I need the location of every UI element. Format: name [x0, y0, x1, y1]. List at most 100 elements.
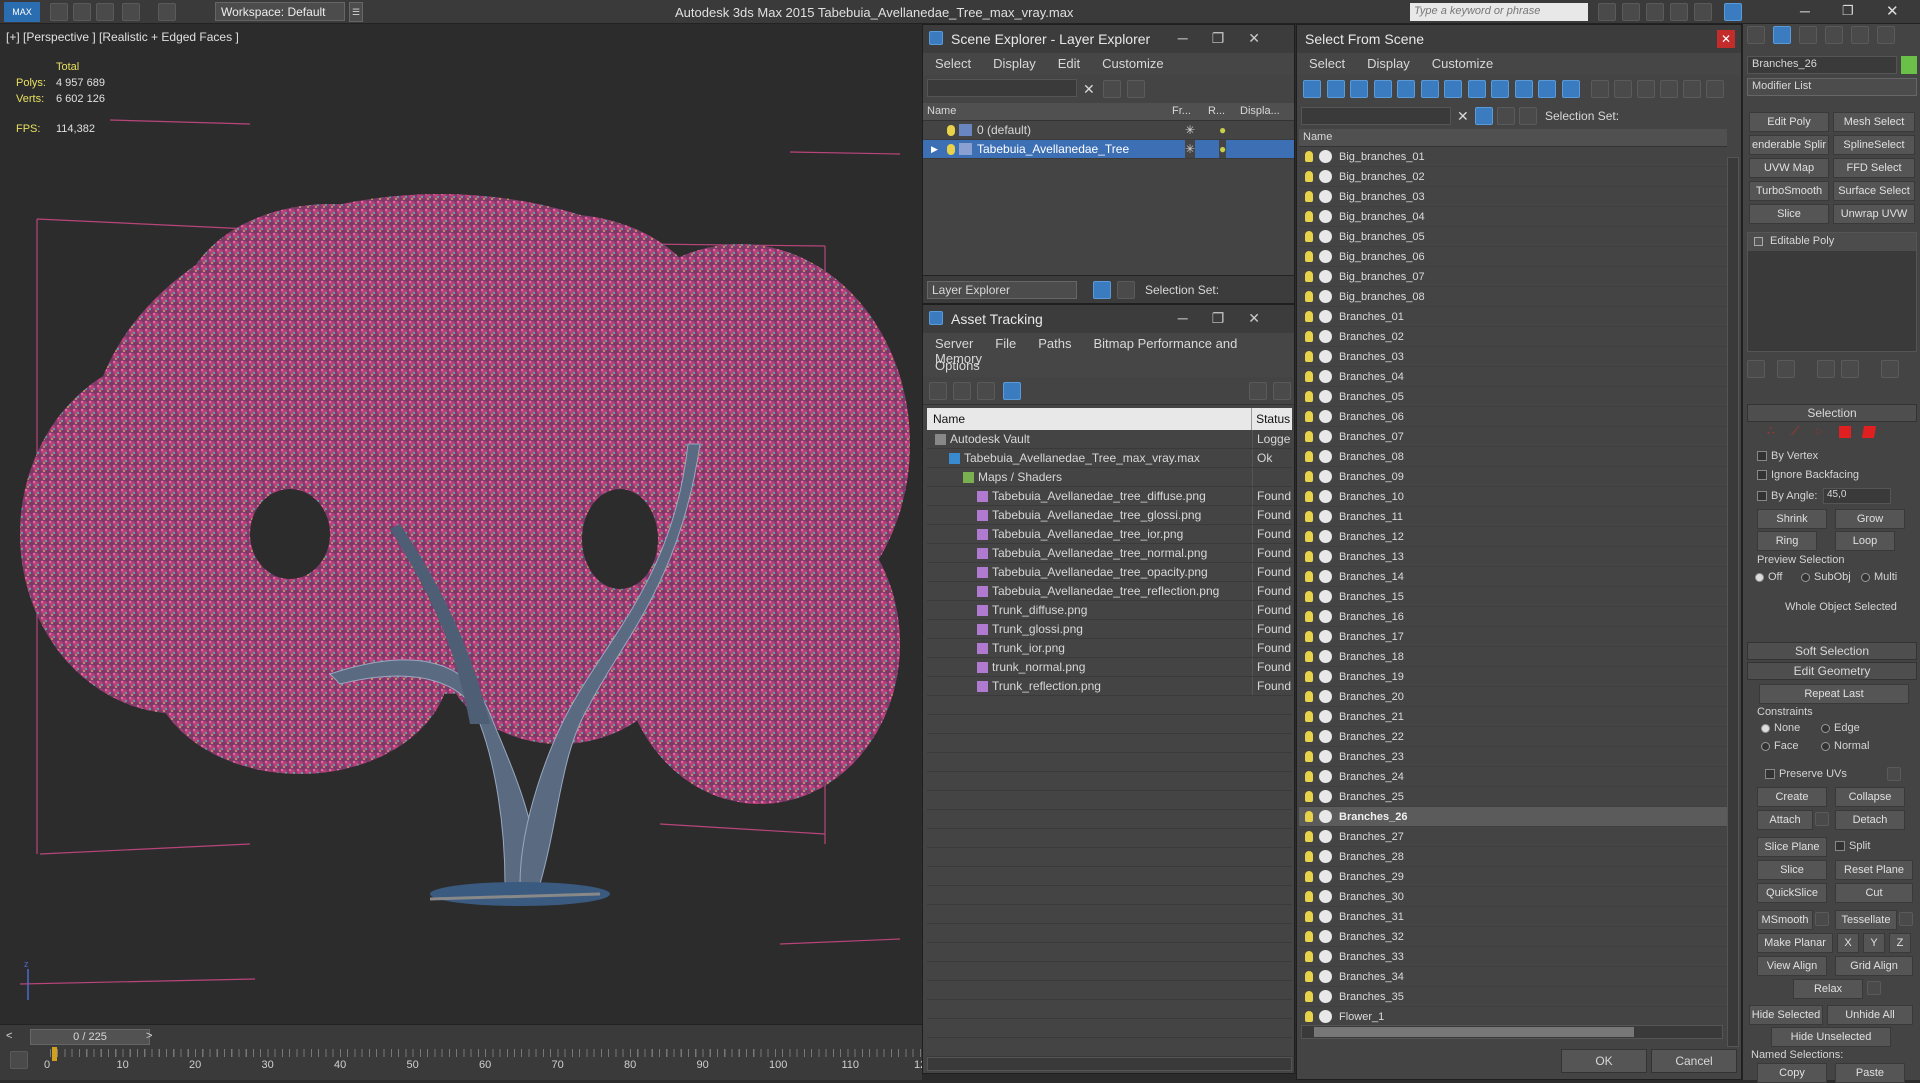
select-from-scene-header[interactable]: Name	[1299, 129, 1727, 147]
asset-row[interactable]: Tabebuia_Avellanedae_tree_glossi.png Foun…	[927, 506, 1292, 525]
scene-object-item[interactable]: Branches_05	[1299, 387, 1727, 407]
list-horizontal-scrollbar[interactable]	[1301, 1025, 1723, 1039]
relax-settings-icon[interactable]	[1867, 981, 1881, 995]
planar-z-button[interactable]: Z	[1889, 933, 1911, 953]
msmooth-settings-icon[interactable]	[1815, 912, 1829, 926]
visibility-bulb-icon[interactable]	[1305, 871, 1313, 882]
loop-button[interactable]: Loop	[1835, 531, 1895, 551]
scene-object-item[interactable]: Big_branches_05	[1299, 227, 1727, 247]
new-file-icon[interactable]	[50, 3, 68, 21]
unwrap-uvw-button[interactable]: Unwrap UVW	[1833, 204, 1915, 224]
asset-tracking-menu-options[interactable]: Options	[935, 358, 980, 373]
help-icon[interactable]	[1724, 3, 1742, 21]
col-freeze[interactable]: Fr...	[1172, 105, 1208, 118]
turbosmooth-button[interactable]: TurboSmooth	[1749, 181, 1829, 201]
visibility-bulb-icon[interactable]	[1305, 971, 1313, 982]
scene-object-item[interactable]: Branches_03	[1299, 347, 1727, 367]
scene-object-item[interactable]: Branches_29	[1299, 867, 1727, 887]
tessellate-settings-icon[interactable]	[1899, 912, 1913, 926]
scene-object-item[interactable]: Branches_01	[1299, 307, 1727, 327]
visibility-bulb-icon[interactable]	[1305, 391, 1313, 402]
select-search-input[interactable]	[1301, 107, 1451, 125]
layer-row-default[interactable]: 0 (default) ✳ ●	[923, 121, 1294, 140]
filter-icon[interactable]	[1103, 80, 1121, 98]
scene-object-item[interactable]: Branches_10	[1299, 487, 1727, 507]
scene-object-item[interactable]: Big_branches_07	[1299, 267, 1727, 287]
stack-item-editable-poly[interactable]: Editable Poly	[1748, 233, 1916, 251]
scene-object-item[interactable]: Branches_30	[1299, 887, 1727, 907]
object-color-swatch[interactable]	[1901, 56, 1917, 74]
attach-settings-icon[interactable]	[1815, 812, 1829, 826]
cut-button[interactable]: Cut	[1835, 883, 1913, 903]
create-tab-icon[interactable]	[1747, 26, 1765, 44]
asset-row[interactable]: Tabebuia_Avellanedae_tree_reflection.png…	[927, 582, 1292, 601]
edit-geometry-rollout[interactable]: Edit Geometry	[1747, 662, 1917, 680]
col-display[interactable]: Displa...	[1240, 105, 1290, 118]
scene-explorer-window-controls[interactable]: ─❐✕	[1178, 30, 1284, 47]
scene-object-item[interactable]: Branches_12	[1299, 527, 1727, 547]
visibility-bulb-icon[interactable]	[1305, 311, 1313, 322]
surface-select-button[interactable]: Surface Select	[1833, 181, 1915, 201]
planar-y-button[interactable]: Y	[1863, 933, 1885, 953]
visibility-bulb-icon[interactable]	[1305, 651, 1313, 662]
asset-tracking-window-controls[interactable]: ─❐✕	[1178, 310, 1284, 327]
visibility-bulb-icon[interactable]	[1305, 951, 1313, 962]
ffd-select-button[interactable]: FFD Select	[1833, 158, 1915, 178]
slice-button[interactable]: Slice	[1757, 860, 1827, 880]
scene-object-item[interactable]: Big_branches_04	[1299, 207, 1727, 227]
vertex-level-icon[interactable]: ∴	[1767, 424, 1775, 438]
select-from-scene-menu-display[interactable]: Display	[1367, 56, 1410, 71]
helpers-filter-icon[interactable]	[1397, 80, 1415, 98]
visibility-bulb-icon[interactable]	[1305, 451, 1313, 462]
select-none-icon[interactable]	[1614, 80, 1632, 98]
sort-icon[interactable]	[1683, 80, 1701, 98]
visibility-bulb-icon[interactable]	[1305, 891, 1313, 902]
constraint-normal-radio[interactable]	[1821, 741, 1830, 751]
visibility-bulb-icon[interactable]	[1305, 351, 1313, 362]
asset-row[interactable]: Tabebuia_Avellanedae_tree_opacity.png Fou…	[927, 563, 1292, 582]
visibility-bulb-icon[interactable]	[1305, 211, 1313, 222]
containers-filter-icon[interactable]	[1514, 80, 1533, 98]
asset-row[interactable]: Maps / Shaders	[927, 468, 1292, 487]
layers-add-icon[interactable]	[1127, 80, 1145, 98]
perspective-viewport[interactable]: [+] [Perspective ] [Realistic + Edged Fa…	[0, 24, 922, 1024]
binoculars-icon[interactable]	[1598, 3, 1616, 21]
filter-toggle-icon[interactable]	[1660, 80, 1678, 98]
col-name[interactable]: Name	[927, 105, 1172, 118]
relax-button[interactable]: Relax	[1793, 979, 1863, 999]
visibility-bulb-icon[interactable]	[1305, 411, 1313, 422]
visibility-bulb-icon[interactable]	[1305, 671, 1313, 682]
planar-x-button[interactable]: X	[1837, 933, 1859, 953]
selection-set-icon[interactable]	[1519, 107, 1537, 125]
by-angle-spinner[interactable]: 45,0	[1823, 488, 1891, 504]
scene-explorer-menu-display[interactable]: Display	[993, 56, 1036, 71]
scene-object-item[interactable]: Branches_21	[1299, 707, 1727, 727]
cameras-filter-icon[interactable]	[1373, 80, 1392, 98]
scene-explorer-menu-customize[interactable]: Customize	[1102, 56, 1163, 71]
ignore-backfacing-checkbox[interactable]	[1757, 470, 1767, 481]
scene-object-item[interactable]: Branches_20	[1299, 687, 1727, 707]
freeze-icon[interactable]: ✳	[1185, 121, 1195, 139]
asset-tracking-menu-file[interactable]: File	[995, 336, 1016, 351]
constraint-edge-radio[interactable]	[1821, 723, 1830, 733]
asset-tracking-menu-paths[interactable]: Paths	[1038, 336, 1071, 351]
scene-explorer-window[interactable]: Scene Explorer - Layer Explorer ─❐✕ Sele…	[922, 24, 1295, 304]
collapse-button[interactable]: Collapse	[1835, 787, 1905, 807]
paste-button[interactable]: Paste	[1835, 1063, 1905, 1083]
geometry-filter-icon[interactable]	[1303, 80, 1321, 98]
visibility-bulb-icon[interactable]	[1305, 271, 1313, 282]
asset-row[interactable]: Trunk_reflection.png Found	[927, 677, 1292, 696]
soft-selection-rollout[interactable]: Soft Selection	[1747, 642, 1917, 660]
select-from-scene-menu-customize[interactable]: Customize	[1432, 56, 1493, 71]
scene-object-item[interactable]: Big_branches_01	[1299, 147, 1727, 167]
border-level-icon[interactable]: ◌	[1815, 424, 1822, 438]
visibility-bulb-icon[interactable]	[1305, 771, 1313, 782]
layers-icon[interactable]	[1497, 107, 1515, 125]
reset-plane-button[interactable]: Reset Plane	[1835, 860, 1913, 880]
scene-object-item[interactable]: Branches_08	[1299, 447, 1727, 467]
scene-explorer-search-input[interactable]	[927, 79, 1077, 97]
ok-button[interactable]: OK	[1561, 1049, 1647, 1073]
refresh-icon[interactable]	[929, 382, 947, 400]
visibility-bulb-icon[interactable]	[1305, 851, 1313, 862]
save-file-icon[interactable]	[96, 3, 114, 21]
